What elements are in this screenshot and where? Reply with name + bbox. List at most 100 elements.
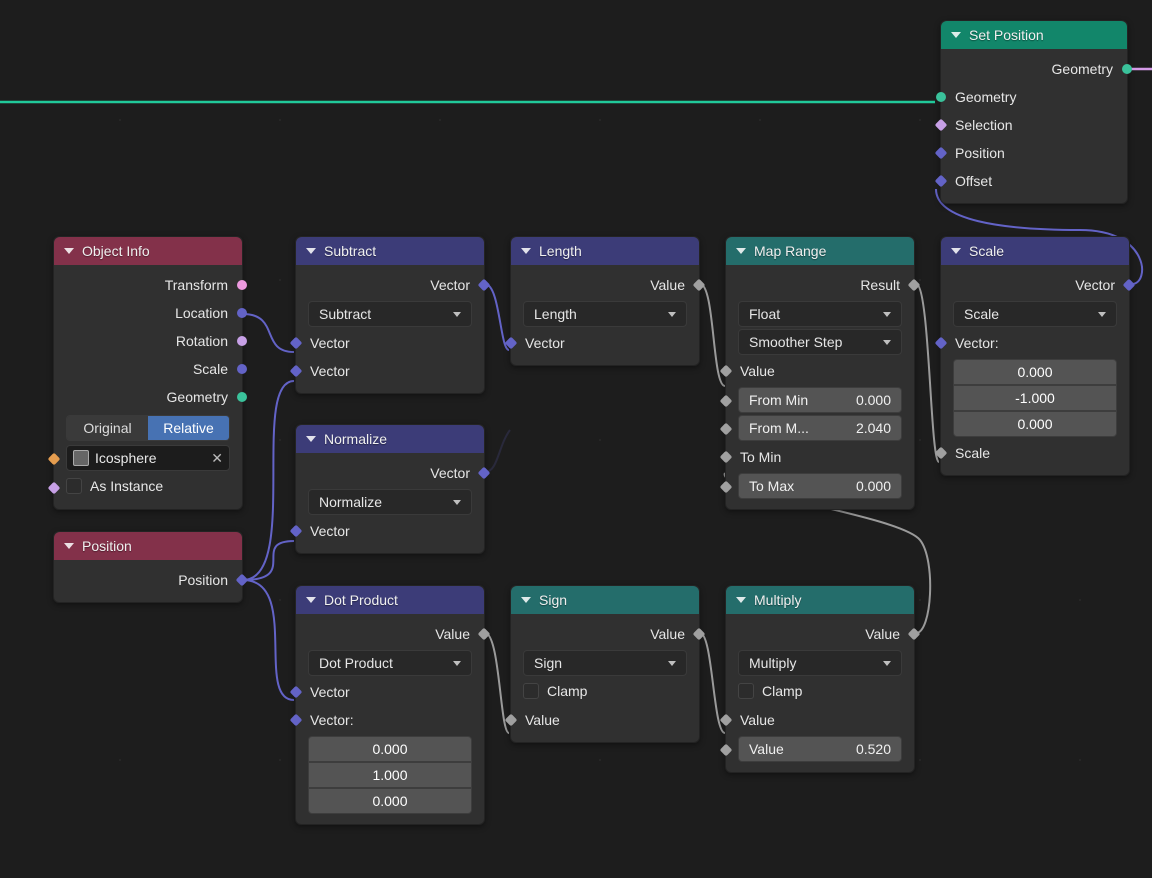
output-vector[interactable]: Vector	[296, 459, 484, 487]
socket-rotation[interactable]	[237, 336, 247, 346]
node-header[interactable]: Normalize	[296, 425, 484, 453]
node-header[interactable]: Sign	[511, 586, 699, 614]
output-rotation[interactable]: Rotation	[54, 327, 242, 355]
output-value[interactable]: Value	[511, 620, 699, 648]
node-subtract[interactable]: Subtract Vector Subtract Vector Vector	[295, 236, 485, 394]
node-title: Set Position	[969, 27, 1044, 43]
output-scale[interactable]: Scale	[54, 355, 242, 383]
operation-dropdown[interactable]: Multiply	[738, 650, 902, 676]
operation-dropdown[interactable]: Length	[523, 301, 687, 327]
clamp-row[interactable]: Clamp	[738, 678, 902, 704]
node-header[interactable]: Set Position	[941, 21, 1127, 49]
input-to-min[interactable]: To Min	[726, 443, 914, 471]
output-result[interactable]: Result	[726, 271, 914, 299]
node-header[interactable]: Subtract	[296, 237, 484, 265]
to-max-field[interactable]: To Max 0.000	[738, 473, 902, 499]
checkbox[interactable]	[66, 478, 82, 494]
output-vector[interactable]: Vector	[296, 271, 484, 299]
input-vector-a[interactable]: Vector	[296, 678, 484, 706]
node-header[interactable]: Position	[54, 532, 242, 560]
node-set-position[interactable]: Set Position Geometry Geometry Selection…	[940, 20, 1128, 204]
input-value[interactable]: Value	[726, 357, 914, 385]
socket-geometry[interactable]	[1122, 64, 1132, 74]
input-value[interactable]: Value	[511, 706, 699, 734]
chevron-down-icon	[453, 312, 461, 317]
value-b-field[interactable]: Value 0.520	[738, 736, 902, 762]
operation-dropdown[interactable]: Subtract	[308, 301, 472, 327]
clear-icon[interactable]: ✕	[211, 450, 223, 467]
output-geometry[interactable]: Geometry	[941, 55, 1127, 83]
from-max-field[interactable]: From M... 2.040	[738, 415, 902, 441]
as-instance-row[interactable]: As Instance	[66, 473, 230, 499]
vector-x-field[interactable]: 0.000	[953, 359, 1117, 385]
output-vector[interactable]: Vector	[941, 271, 1129, 299]
output-geometry[interactable]: Geometry	[54, 383, 242, 411]
socket-vector[interactable]	[237, 364, 247, 374]
node-length[interactable]: Length Value Length Vector	[510, 236, 700, 366]
chevron-down-icon	[668, 312, 676, 317]
node-title: Object Info	[82, 243, 150, 259]
toggle-relative[interactable]: Relative	[148, 416, 229, 440]
input-geometry[interactable]: Geometry	[941, 83, 1127, 111]
input-vector-a[interactable]: Vector	[296, 329, 484, 357]
node-header[interactable]: Scale	[941, 237, 1129, 265]
node-header[interactable]: Dot Product	[296, 586, 484, 614]
output-transform[interactable]: Transform	[54, 271, 242, 299]
toggle-original[interactable]: Original	[67, 416, 148, 440]
input-selection[interactable]: Selection	[941, 111, 1127, 139]
clamp-label: Clamp	[762, 683, 802, 699]
input-vector[interactable]: Vector	[296, 517, 484, 545]
chevron-down-icon	[883, 661, 891, 666]
operation-dropdown[interactable]: Normalize	[308, 489, 472, 515]
input-value-a[interactable]: Value	[726, 706, 914, 734]
chevron-down-icon	[306, 436, 316, 442]
vector-y-field[interactable]: -1.000	[953, 385, 1117, 411]
object-picker[interactable]: Icosphere ✕	[66, 445, 230, 471]
chevron-down-icon	[306, 597, 316, 603]
input-scale[interactable]: Scale	[941, 439, 1129, 467]
vector-z-field[interactable]: 0.000	[953, 411, 1117, 437]
vector-y-field[interactable]: 1.000	[308, 762, 472, 788]
from-min-field[interactable]: From Min 0.000	[738, 387, 902, 413]
output-value[interactable]: Value	[726, 620, 914, 648]
node-sign[interactable]: Sign Value Sign Clamp Value	[510, 585, 700, 743]
interpolation-dropdown[interactable]: Smoother Step	[738, 329, 902, 355]
output-value[interactable]: Value	[511, 271, 699, 299]
data-type-dropdown[interactable]: Float	[738, 301, 902, 327]
node-title: Scale	[969, 243, 1004, 259]
node-multiply[interactable]: Multiply Value Multiply Clamp Value Valu…	[725, 585, 915, 773]
operation-dropdown[interactable]: Dot Product	[308, 650, 472, 676]
transform-space-toggle[interactable]: Original Relative	[66, 415, 230, 441]
output-position[interactable]: Position	[54, 566, 242, 594]
input-vector-label: Vector:	[941, 329, 1129, 357]
output-value[interactable]: Value	[296, 620, 484, 648]
checkbox[interactable]	[523, 683, 539, 699]
input-offset[interactable]: Offset	[941, 167, 1127, 195]
input-vector[interactable]: Vector	[511, 329, 699, 357]
socket-geometry[interactable]	[237, 392, 247, 402]
input-position[interactable]: Position	[941, 139, 1127, 167]
socket-transform[interactable]	[237, 280, 247, 290]
node-title: Dot Product	[324, 592, 398, 608]
node-header[interactable]: Length	[511, 237, 699, 265]
node-title: Position	[82, 538, 132, 554]
operation-dropdown[interactable]: Scale	[953, 301, 1117, 327]
output-location[interactable]: Location	[54, 299, 242, 327]
node-scale[interactable]: Scale Vector Scale Vector: 0.000 -1.000 …	[940, 236, 1130, 476]
input-vector-b[interactable]: Vector	[296, 357, 484, 385]
socket-geometry[interactable]	[936, 92, 946, 102]
node-object-info[interactable]: Object Info Transform Location Rotation …	[53, 236, 243, 510]
socket-vector[interactable]	[237, 308, 247, 318]
node-position[interactable]: Position Position	[53, 531, 243, 603]
checkbox[interactable]	[738, 683, 754, 699]
vector-z-field[interactable]: 0.000	[308, 788, 472, 814]
node-header[interactable]: Map Range	[726, 237, 914, 265]
node-header[interactable]: Multiply	[726, 586, 914, 614]
operation-dropdown[interactable]: Sign	[523, 650, 687, 676]
node-header[interactable]: Object Info	[54, 237, 242, 265]
vector-x-field[interactable]: 0.000	[308, 736, 472, 762]
clamp-row[interactable]: Clamp	[523, 678, 687, 704]
node-normalize[interactable]: Normalize Vector Normalize Vector	[295, 424, 485, 554]
node-dot-product[interactable]: Dot Product Value Dot Product Vector Vec…	[295, 585, 485, 825]
node-map-range[interactable]: Map Range Result Float Smoother Step Val…	[725, 236, 915, 510]
